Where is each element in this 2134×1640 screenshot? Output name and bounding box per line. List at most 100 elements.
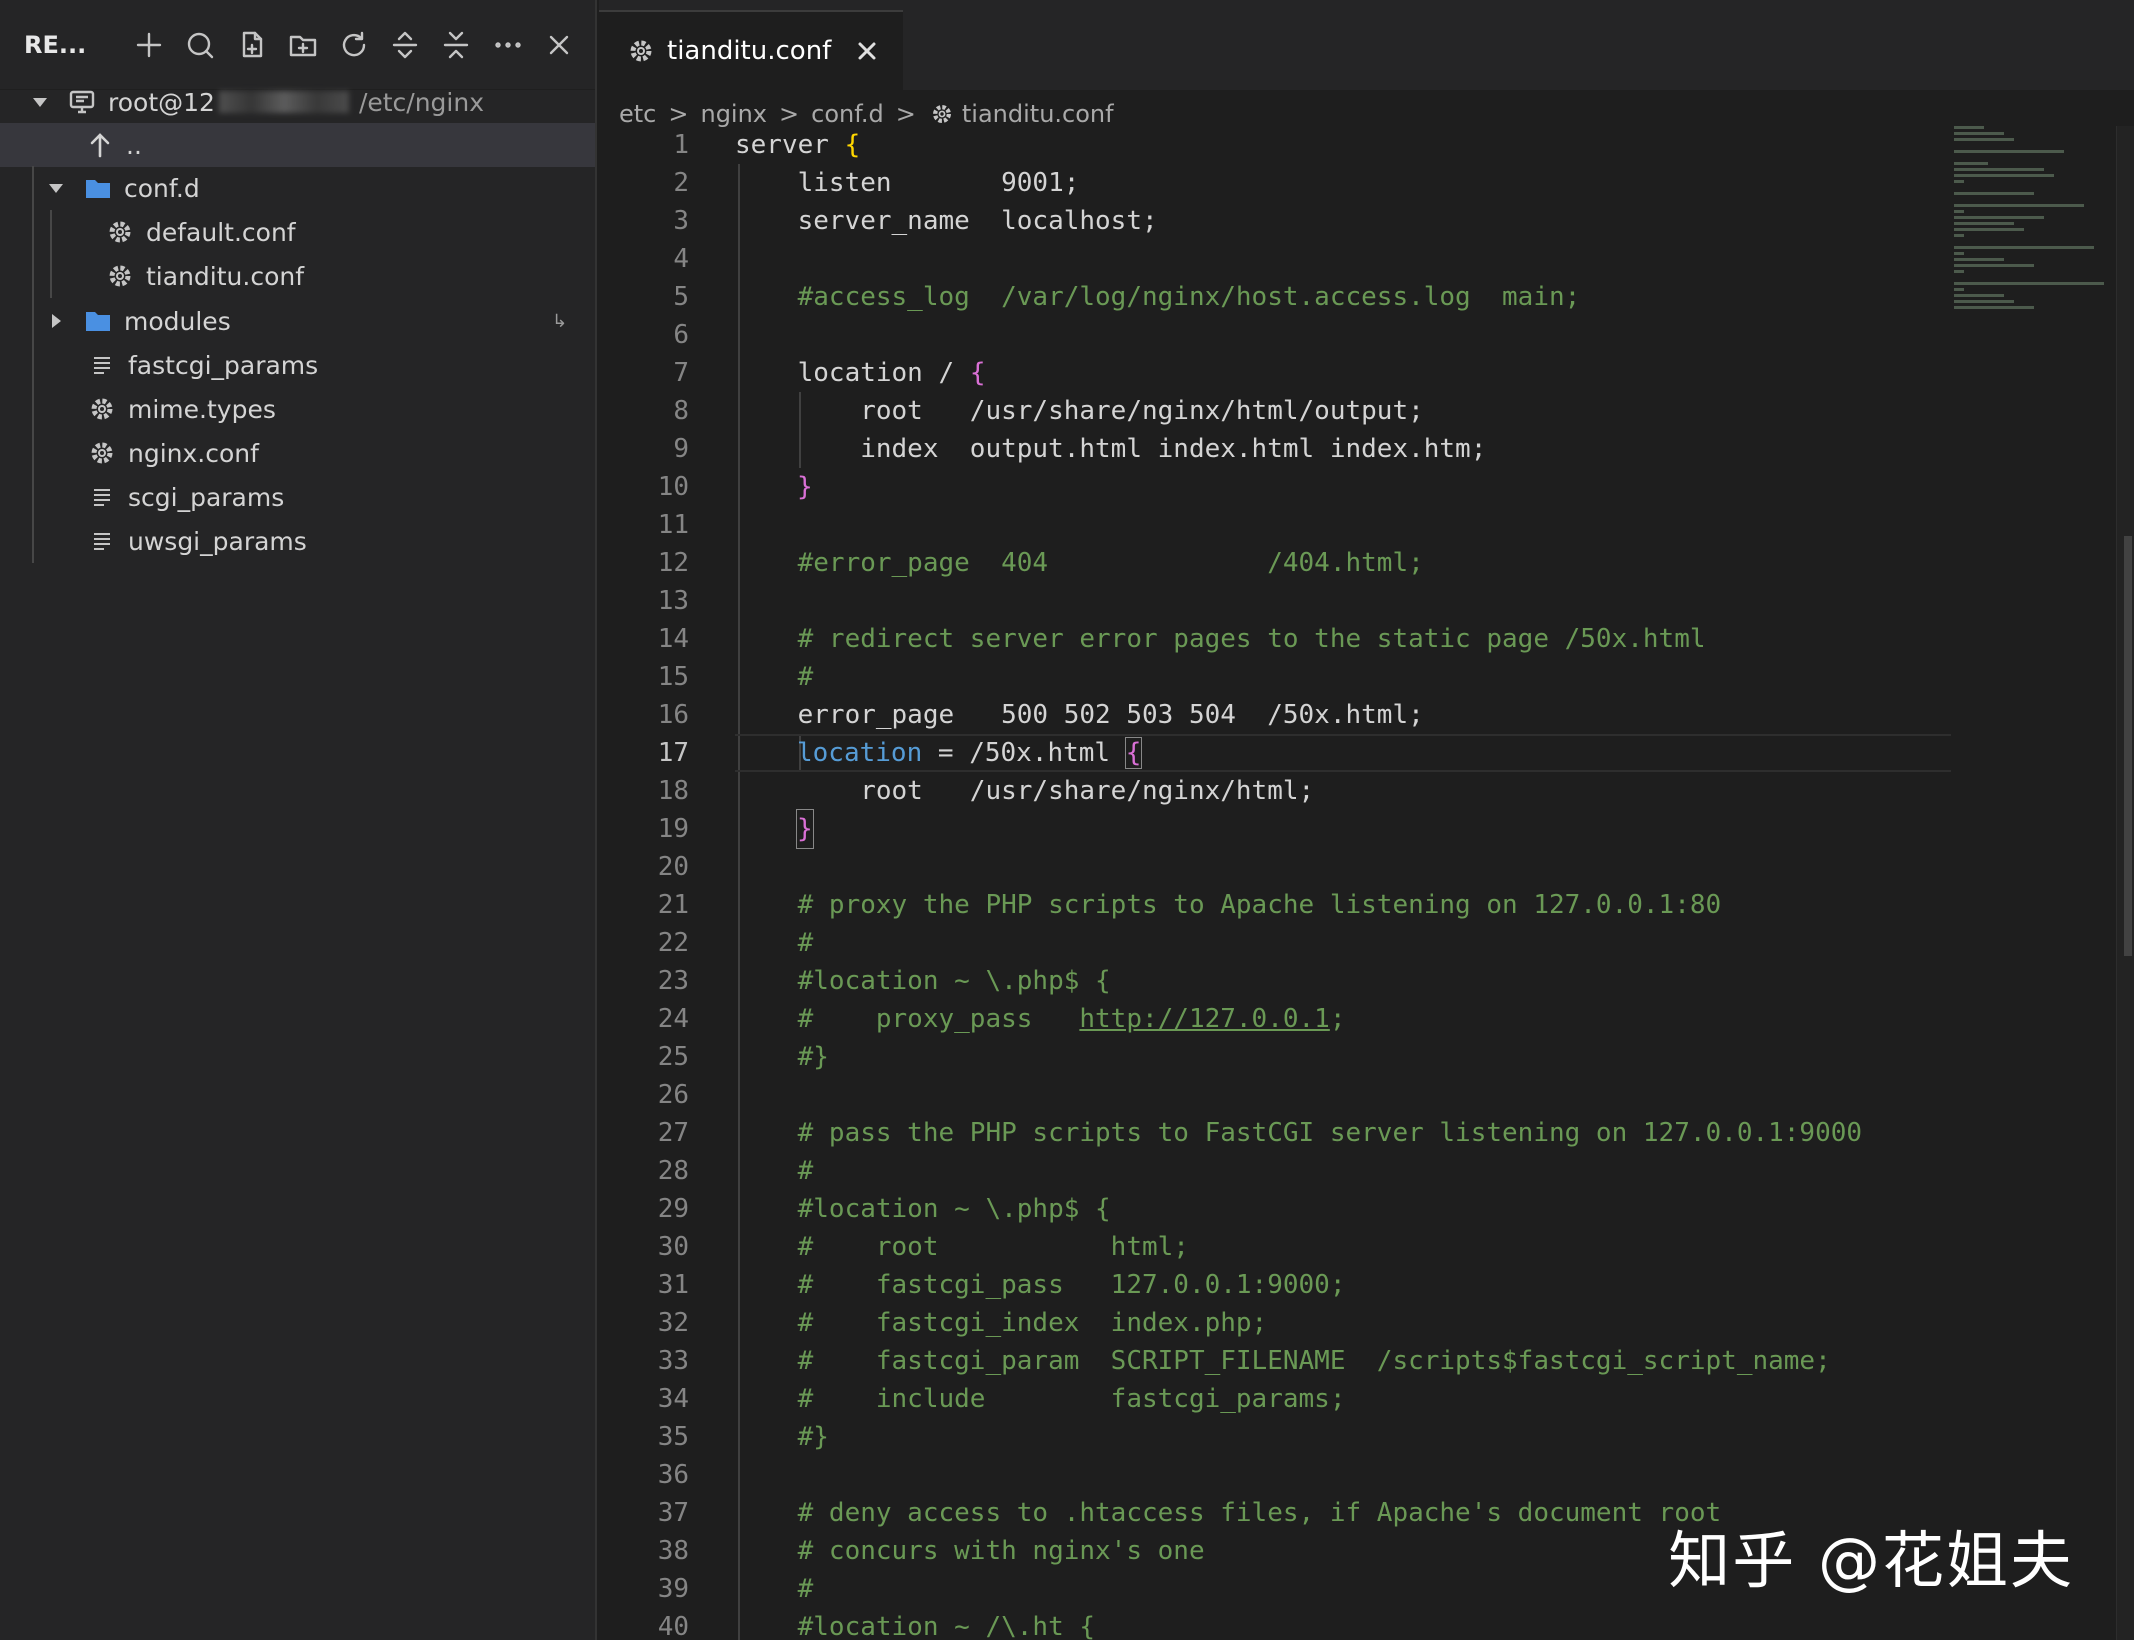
line-number: 32	[657, 1308, 689, 1338]
close-icon[interactable]	[537, 22, 581, 68]
code-text: #	[735, 928, 814, 958]
tree-file-fastcgi-params[interactable]: fastcgi_params	[0, 343, 595, 387]
code-text: #location ~ \.php$ {	[735, 1194, 1111, 1224]
code-text: #	[735, 662, 814, 692]
code-line: 33 # fastcgi_param SCRIPT_FILENAME /scri…	[599, 1342, 1999, 1380]
vertical-scrollbar[interactable]	[2116, 126, 2134, 1640]
tree-item-label: default.conf	[146, 217, 296, 247]
tree-file-scgi-params[interactable]: scgi_params	[0, 475, 595, 519]
text-file-icon	[86, 349, 118, 381]
code-text: # fastcgi_index index.php;	[735, 1308, 1268, 1338]
code-text: #location ~ \.php$ {	[735, 966, 1111, 996]
arrow-up-icon	[84, 129, 116, 161]
code-text: location / {	[735, 354, 986, 392]
code-text: # pass the PHP scripts to FastCGI server…	[735, 1118, 1863, 1148]
breadcrumb-item[interactable]: etc	[619, 100, 656, 128]
more-icon[interactable]	[486, 22, 530, 68]
code-text: }	[796, 809, 814, 849]
line-number: 12	[657, 548, 689, 578]
tab-bar: tianditu.conf	[599, 0, 2134, 90]
code-text: #	[735, 1574, 814, 1604]
line-number: 28	[657, 1156, 689, 1186]
code-line: 26	[599, 1076, 1999, 1114]
tree-file-uwsgi-params[interactable]: uwsgi_params	[0, 519, 595, 563]
code-line: 24 # proxy_pass http://127.0.0.1;	[599, 1000, 1999, 1038]
code-line: 28 #	[599, 1152, 1999, 1190]
symlink-icon: ↳	[552, 310, 568, 332]
tree-folder-confd[interactable]: conf.d	[0, 166, 595, 210]
chevron-right-icon: >	[895, 100, 916, 128]
line-number: 7	[673, 358, 689, 388]
chevron-right-icon[interactable]	[44, 309, 68, 333]
expand-icon[interactable]	[434, 22, 478, 68]
line-number: 15	[657, 662, 689, 692]
tree-file-default-conf[interactable]: default.conf	[0, 210, 595, 254]
breadcrumb-item[interactable]: conf.d	[811, 100, 884, 128]
code-text: # proxy_pass http://127.0.0.1;	[735, 1000, 1346, 1038]
tree-parent-dir[interactable]: ..	[0, 123, 595, 167]
text-file-icon	[86, 525, 118, 557]
code-line: 25 #}	[599, 1038, 1999, 1076]
tree-item-label: modules	[124, 306, 231, 336]
chevron-down-icon[interactable]	[44, 176, 68, 200]
folder-icon	[82, 305, 114, 337]
code-token: ;	[1329, 1004, 1346, 1034]
tree-file-nginx-conf[interactable]: nginx.conf	[0, 431, 595, 475]
line-number: 1	[673, 130, 689, 160]
breadcrumb-item[interactable]: nginx	[700, 100, 767, 128]
code-line: 32 # fastcgi_index index.php;	[599, 1304, 1999, 1342]
line-number: 27	[657, 1118, 689, 1148]
tree-file-mime-types[interactable]: mime.types	[0, 387, 595, 431]
search-icon[interactable]	[178, 22, 222, 68]
code-text: root /usr/share/nginx/html/output;	[735, 396, 1424, 426]
line-number: 26	[657, 1080, 689, 1110]
new-folder-icon[interactable]	[281, 22, 325, 68]
close-icon[interactable]	[853, 37, 881, 65]
tree-item-label: tianditu.conf	[146, 261, 305, 291]
line-number: 21	[657, 890, 689, 920]
code-line: 22 #	[599, 924, 1999, 962]
code-editor[interactable]: 1 server { 2 listen 9001; 3 server_name l…	[599, 126, 2134, 1640]
line-number: 23	[657, 966, 689, 996]
line-number: 20	[657, 852, 689, 882]
code-line: 6	[599, 316, 1999, 354]
scrollbar-thumb[interactable]	[2124, 536, 2132, 956]
code-line: 11	[599, 506, 1999, 544]
tab-tianditu-conf[interactable]: tianditu.conf	[599, 10, 904, 90]
code-token: location /	[735, 358, 970, 388]
tree-root[interactable]: root@12 /etc/nginx	[0, 80, 595, 124]
code-line: 14 # redirect server error pages to the …	[599, 620, 1999, 658]
tree-file-tianditu-conf[interactable]: tianditu.conf	[0, 254, 595, 298]
line-number: 8	[673, 396, 689, 426]
chevron-down-icon[interactable]	[28, 90, 52, 114]
code-line: 23 #location ~ \.php$ {	[599, 962, 1999, 1000]
code-line: 10}	[599, 468, 1999, 506]
code-line: 15 #	[599, 658, 1999, 696]
code-text: # proxy the PHP scripts to Apache listen…	[735, 890, 1722, 920]
code-line: 36	[599, 1456, 1999, 1494]
plus-icon[interactable]	[127, 22, 171, 68]
code-text: # include fastcgi_params;	[735, 1384, 1346, 1414]
tree-folder-modules[interactable]: modules ↳	[0, 299, 595, 343]
code-line: 8 root /usr/share/nginx/html/output;	[599, 392, 1999, 430]
breadcrumb-item[interactable]: tianditu.conf	[962, 100, 1114, 128]
code-token: server	[735, 130, 845, 160]
line-number: 3	[673, 206, 689, 236]
code-line: 21 # proxy the PHP scripts to Apache lis…	[599, 886, 1999, 924]
code-line: 5 #access_log /var/log/nginx/host.access…	[599, 278, 1999, 316]
code-text: server {	[735, 126, 860, 164]
line-number: 14	[657, 624, 689, 654]
line-number: 5	[673, 282, 689, 312]
gear-icon	[86, 393, 118, 425]
refresh-icon[interactable]	[332, 22, 376, 68]
code-line: 4	[599, 240, 1999, 278]
code-text: #}	[735, 1422, 829, 1452]
code-text: # root html;	[735, 1232, 1189, 1262]
collapse-icon[interactable]	[383, 22, 427, 68]
new-file-icon[interactable]	[230, 22, 274, 68]
tab-label: tianditu.conf	[667, 36, 832, 66]
code-link[interactable]: http://127.0.0.1	[1079, 1004, 1329, 1034]
minimap[interactable]	[1954, 126, 2114, 326]
code-text: # fastcgi_param SCRIPT_FILENAME /scripts…	[735, 1346, 1831, 1376]
folder-open-icon	[82, 172, 114, 204]
